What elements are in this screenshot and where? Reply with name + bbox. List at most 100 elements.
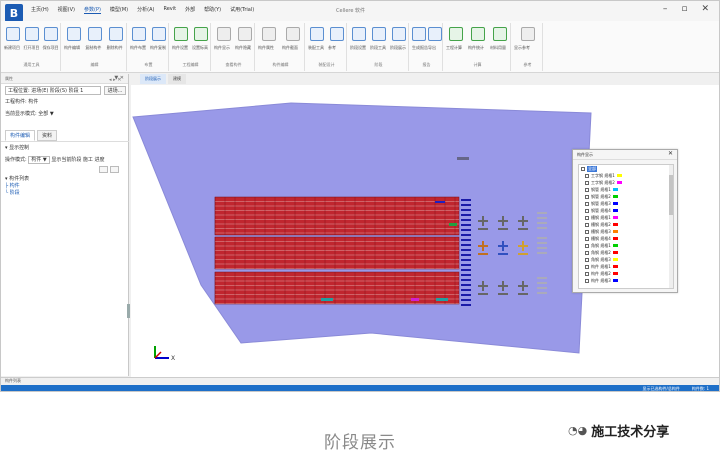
- ribbon-button-icon[interactable]: [216, 27, 231, 41]
- ribbon-button-icon[interactable]: [262, 27, 276, 41]
- ribbon-button-label[interactable]: 构件布置: [130, 45, 146, 51]
- panel-splitter[interactable]: [127, 304, 130, 318]
- checkbox-icon[interactable]: [585, 222, 589, 227]
- menu-item[interactable]: 主页(H): [31, 6, 49, 14]
- checkbox-icon[interactable]: [585, 250, 589, 255]
- checkbox-icon[interactable]: [585, 201, 589, 206]
- ribbon-button-label[interactable]: 构件编辑: [64, 45, 80, 51]
- layer-item[interactable]: 构件 规格1: [579, 263, 673, 270]
- checkbox-icon[interactable]: [585, 278, 589, 283]
- layer-item[interactable]: 钢管 规格4: [579, 207, 673, 214]
- maximize-icon[interactable]: ▫: [681, 4, 687, 14]
- layer-item[interactable]: 角钢 规格1: [579, 242, 673, 249]
- checkbox-icon[interactable]: [585, 173, 589, 178]
- checkbox-icon[interactable]: [581, 166, 585, 171]
- ribbon-button-label[interactable]: 新建项目: [4, 45, 20, 51]
- layer-item[interactable]: 工字钢 规格2: [579, 179, 673, 186]
- ribbon-button-label[interactable]: 生成报告: [412, 45, 428, 51]
- ribbon-button-icon[interactable]: [310, 27, 324, 41]
- ribbon-button-icon[interactable]: [5, 27, 20, 41]
- scrollbar-thumb[interactable]: [669, 175, 673, 215]
- menu-item[interactable]: 视图(V): [58, 6, 75, 14]
- project-button[interactable]: 进场...: [104, 86, 126, 95]
- checkbox-icon[interactable]: [585, 194, 589, 199]
- ribbon-button-icon[interactable]: [174, 27, 188, 41]
- ribbon-button-icon[interactable]: [352, 27, 366, 41]
- ribbon-button-label[interactable]: 构件显示: [214, 45, 230, 51]
- ribbon-button-label[interactable]: 构件隐藏: [235, 45, 251, 51]
- ribbon-button-icon[interactable]: [25, 27, 39, 41]
- menu-item[interactable]: 帮助(Y): [204, 6, 221, 14]
- checkbox-icon[interactable]: [585, 236, 589, 241]
- checkbox-icon[interactable]: [585, 180, 589, 185]
- filter-select[interactable]: 构件 ▼: [28, 156, 50, 164]
- checkbox-icon[interactable]: [585, 208, 589, 213]
- layer-root[interactable]: 全部: [579, 165, 673, 172]
- ribbon-button-icon[interactable]: [109, 27, 124, 41]
- ribbon-button-label[interactable]: 复制构件: [85, 45, 101, 51]
- layer-item[interactable]: 槽钢 规格4: [579, 235, 673, 242]
- ribbon-button-label[interactable]: 删除构件: [107, 45, 123, 51]
- tab-component-edit[interactable]: 构件编辑: [5, 130, 36, 141]
- properties-label[interactable]: 构件列表: [5, 378, 21, 383]
- layer-item[interactable]: 工字钢 规格1: [579, 172, 673, 179]
- ribbon-button-label[interactable]: 导出: [428, 45, 436, 51]
- layer-item[interactable]: 构件 规格2: [579, 270, 673, 277]
- ribbon-button-label[interactable]: 参考: [328, 45, 336, 51]
- checkbox-icon[interactable]: [585, 257, 589, 262]
- ribbon-button-label[interactable]: 装配工具: [308, 45, 324, 51]
- close-icon[interactable]: ✕: [668, 150, 673, 157]
- ribbon-button-icon[interactable]: [88, 27, 102, 41]
- layer-item[interactable]: 钢管 规格2: [579, 193, 673, 200]
- show-mode-select[interactable]: 当前显示模式: 全部 ▼: [1, 108, 128, 120]
- ribbon-button-label[interactable]: 阶段工具: [370, 45, 386, 51]
- ribbon-button-label[interactable]: 构件复制: [150, 45, 166, 51]
- checkbox-icon[interactable]: [585, 243, 589, 248]
- ribbon-button-label[interactable]: 构件统计: [468, 45, 484, 51]
- tree-item[interactable]: └ 阶段: [5, 190, 29, 197]
- layer-item[interactable]: 钢管 规格1: [579, 186, 673, 193]
- checkbox-icon[interactable]: [585, 215, 589, 220]
- ribbon-button-icon[interactable]: [66, 27, 81, 41]
- ribbon-button-icon[interactable]: [428, 27, 442, 41]
- ribbon-button-icon[interactable]: [471, 27, 485, 41]
- expand-icon[interactable]: [99, 166, 108, 173]
- ribbon-button-label[interactable]: 显示参考: [514, 45, 530, 51]
- tab-stage-display[interactable]: 阶段展示: [140, 74, 166, 84]
- layer-item[interactable]: 槽钢 规格1: [579, 214, 673, 221]
- ribbon-button-icon[interactable]: [330, 27, 344, 41]
- ribbon-button-icon[interactable]: [521, 27, 535, 41]
- ribbon-button-icon[interactable]: [44, 27, 59, 41]
- tree-item[interactable]: ▾ 构件列表: [5, 176, 29, 183]
- ribbon-button-icon[interactable]: [132, 27, 146, 41]
- ribbon-button-icon[interactable]: [449, 27, 463, 41]
- filter-option[interactable]: 显示当前阶段 施工 进度: [51, 157, 104, 163]
- ribbon-button-label[interactable]: 构件设置: [172, 45, 188, 51]
- menu-item[interactable]: 外部: [185, 6, 195, 14]
- checkbox-icon[interactable]: [585, 229, 589, 234]
- project-select[interactable]: 工程位置: 进场(E) 阶段(S) 阶段 1: [5, 86, 101, 95]
- ribbon-button-icon[interactable]: [237, 27, 252, 41]
- ribbon-button-label[interactable]: 工程计算: [446, 45, 462, 51]
- section-title[interactable]: ▾ 显示控制: [1, 142, 29, 154]
- minimize-icon[interactable]: –: [663, 4, 668, 14]
- scrollbar[interactable]: [669, 165, 673, 288]
- menu-item[interactable]: 试用(Trial): [230, 6, 254, 14]
- menu-item[interactable]: Revit: [163, 6, 176, 14]
- ribbon-button-label[interactable]: 阶段设置: [350, 45, 366, 51]
- menu-item[interactable]: 参数(P): [84, 6, 101, 14]
- ribbon-button-label[interactable]: 构件截面: [282, 45, 298, 51]
- tab-controls[interactable]: ◂ ▸ ✕: [109, 77, 121, 83]
- ribbon-button-icon[interactable]: [372, 27, 386, 41]
- ribbon-button-icon[interactable]: [286, 27, 300, 41]
- ribbon-button-label[interactable]: 设置标高: [192, 45, 208, 51]
- checkbox-icon[interactable]: [585, 264, 589, 269]
- ribbon-button-label[interactable]: 打开项目: [23, 45, 39, 51]
- collapse-icon[interactable]: [110, 166, 119, 173]
- ribbon-button-icon[interactable]: [152, 27, 166, 41]
- menu-item[interactable]: 模型(M): [110, 6, 128, 14]
- checkbox-icon[interactable]: [585, 271, 589, 276]
- layer-item[interactable]: 槽钢 规格2: [579, 221, 673, 228]
- layer-item[interactable]: 钢管 规格3: [579, 200, 673, 207]
- ribbon-button-icon[interactable]: [194, 27, 208, 41]
